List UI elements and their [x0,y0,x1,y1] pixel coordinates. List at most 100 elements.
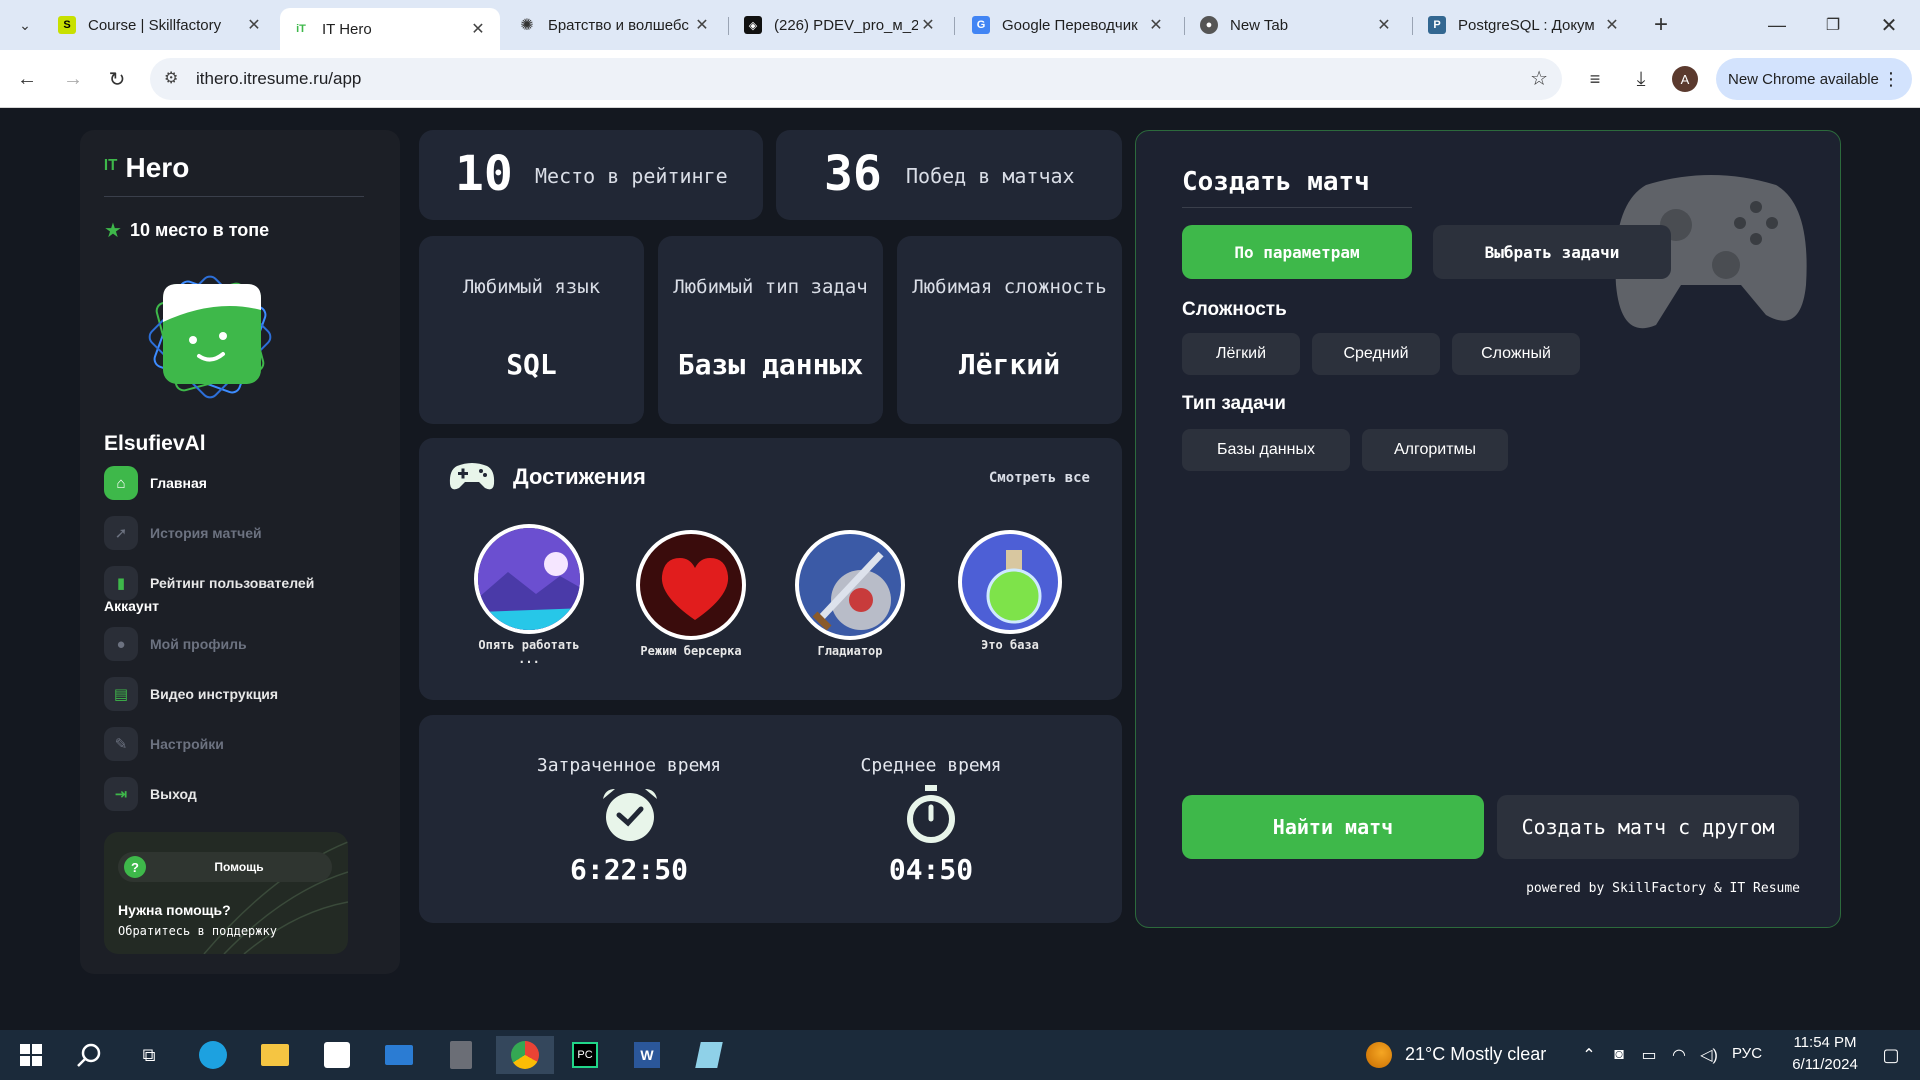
achievement-caption: Это база [981,638,1039,652]
sidebar-item-profile[interactable]: ● Мой профиль [104,627,247,661]
sidebar-item-user-rating[interactable]: ▮ Рейтинг пользователей [104,566,314,600]
restore-button[interactable]: ❐ [1816,8,1850,42]
see-all-link[interactable]: Смотреть все [989,470,1090,486]
tab-pdev[interactable]: ◈ (226) PDEV_pro_м_2 ✕ [732,0,950,50]
clock-date[interactable]: 6/11/2024 [1780,1056,1870,1073]
file-explorer-icon[interactable] [256,1036,294,1074]
profile-avatar[interactable]: A [1668,62,1702,96]
sidebar-item-video-guide[interactable]: ▤ Видео инструкция [104,677,278,711]
clock-time[interactable]: 11:54 PM [1780,1034,1870,1051]
difficulty-hard-chip[interactable]: Сложный [1452,333,1580,375]
word-icon[interactable]: W [628,1036,666,1074]
difficulty-label: Сложность [1182,299,1287,320]
avatar[interactable] [135,262,285,412]
profile-initial: A [1672,66,1698,92]
sidebar-item-logout[interactable]: ⇥ Выход [104,777,197,811]
difficulty-medium-chip[interactable]: Средний [1312,333,1440,375]
close-icon[interactable]: ✕ [918,15,938,35]
weather-widget[interactable]: 21°C Mostly clear [1405,1044,1546,1065]
tab-title: Google Переводчик [1002,16,1138,34]
create-match-with-friend-button[interactable]: Создать матч с другом [1497,795,1799,859]
more-menu-icon[interactable]: ⋮ [1882,69,1900,90]
tab-title: Course | Skillfactory [88,16,222,34]
tab-ithero[interactable]: iT IT Hero ✕ [280,8,500,50]
minimize-button[interactable]: — [1760,8,1794,42]
achievement-item[interactable]: Опять работать ... [469,524,589,666]
address-bar[interactable]: ⚙ ithero.itresume.ru/app ☆ [150,58,1562,100]
language-indicator[interactable]: РУС [1732,1045,1762,1062]
achievement-item[interactable]: Режим берсерка [631,530,751,658]
media-control-icon[interactable]: ≡ [1578,62,1612,96]
difficulty-easy-chip[interactable]: Лёгкий [1182,333,1300,375]
tab-search-icon[interactable]: ⌄ [8,8,42,42]
document-icon: ▤ [104,677,138,711]
edge-icon[interactable] [194,1036,232,1074]
tab-postgres[interactable]: P PostgreSQL : Докум ✕ [1416,0,1634,50]
skillfactory-icon: S [58,16,76,34]
search-icon[interactable] [70,1036,108,1074]
chrome-taskbar-icon[interactable] [496,1036,554,1074]
sidebar-item-label: Настройки [150,736,224,752]
new-chrome-label: New Chrome available [1728,70,1879,88]
volume-icon[interactable]: ◁) [1690,1036,1728,1074]
task-type-databases-chip[interactable]: Базы данных [1182,429,1350,471]
close-icon[interactable]: ✕ [468,19,488,39]
alarm-clock-icon [597,785,663,848]
logo[interactable]: ᴵᵀ Hero [104,152,189,184]
task-type-algorithms-chip[interactable]: Алгоритмы [1362,429,1508,471]
forward-button[interactable]: → [56,62,90,96]
tab-skillfactory[interactable]: S Course | Skillfactory ✕ [46,0,276,50]
help-subtitle: Обратитесь в поддержку [118,924,277,938]
reload-button[interactable]: ↻ [100,62,134,96]
new-chrome-available-button[interactable]: New Chrome available ⋮ [1716,58,1912,100]
browser-tab-strip: ⌄ S Course | Skillfactory ✕ iT IT Hero ✕… [0,0,1920,50]
download-icon[interactable]: ⤓ [1624,62,1658,96]
close-icon[interactable]: ✕ [1146,15,1166,35]
sidebar-item-match-history[interactable]: ➚ История матчей [104,516,262,550]
tab-newtab[interactable]: ● New Tab ✕ [1188,0,1406,50]
notes-app-icon[interactable] [690,1036,728,1074]
achievement-item[interactable]: Это база [957,530,1063,652]
translate-icon: G [972,16,990,34]
favorite-label: Любимый тип задач [673,276,868,298]
new-tab-button[interactable]: + [1644,8,1678,42]
help-card: ? Помощь Нужна помощь? Обратитесь в подд… [104,832,348,954]
question-icon: ? [124,856,146,878]
mail-icon[interactable] [380,1036,418,1074]
wins-value: 36 [824,146,882,202]
close-icon[interactable]: ✕ [692,15,712,35]
pycharm-icon[interactable]: PC [566,1036,604,1074]
calculator-icon[interactable] [442,1036,480,1074]
bookmark-star-icon[interactable]: ☆ [1530,66,1548,91]
choose-tasks-button[interactable]: Выбрать задачи [1433,225,1671,279]
notification-icon[interactable]: ▢ [1872,1036,1910,1074]
sidebar-item-settings[interactable]: ✎ Настройки [104,727,224,761]
avg-time-label: Среднее время [860,755,1002,776]
create-match-card: Создать матч По параметрам Выбрать задач… [1135,130,1841,928]
landscape-icon [474,524,584,634]
close-icon[interactable]: ✕ [1602,15,1622,35]
close-icon[interactable]: ✕ [1374,15,1394,35]
tab-translate[interactable]: G Google Переводчик ✕ [960,0,1178,50]
tab-openai[interactable]: ✺ Братство и волшебс ✕ [506,0,724,50]
close-icon[interactable]: ✕ [244,15,264,35]
back-button[interactable]: ← [10,62,44,96]
sidebar-item-home[interactable]: ⌂ Главная [104,466,207,500]
weather-icon[interactable] [1360,1036,1398,1074]
rocket-icon: ➚ [104,516,138,550]
sword-shield-icon [795,530,905,640]
sidebar-item-label: Видео инструкция [150,686,279,702]
achievement-item[interactable]: Гладиатор [790,530,910,658]
potion-icon [958,530,1062,634]
task-type-label: Тип задачи [1182,393,1286,414]
site-info-icon[interactable]: ⚙ [164,68,178,88]
by-parameters-button[interactable]: По параметрам [1182,225,1412,279]
windows-start-icon[interactable] [12,1036,50,1074]
achievements-title: Достижения [513,464,646,489]
help-button[interactable]: ? Помощь [118,852,332,882]
task-view-icon[interactable]: ⧉ [130,1036,168,1074]
find-match-button[interactable]: Найти матч [1182,795,1484,859]
microsoft-store-icon[interactable] [318,1036,356,1074]
close-window-button[interactable]: ✕ [1872,8,1906,42]
postgres-icon: P [1428,16,1446,34]
